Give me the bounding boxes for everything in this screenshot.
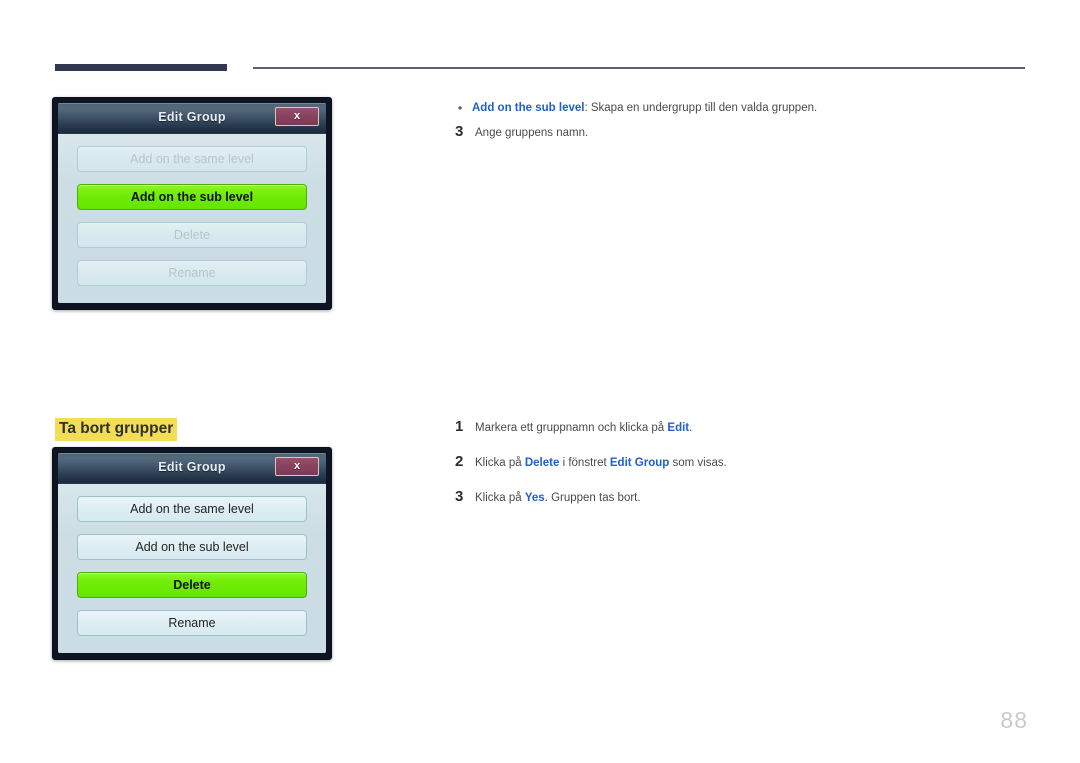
edit-group-dialog-bottom: Edit Group x Add on the same level Add o… — [52, 447, 332, 660]
step-keyword-1: Edit — [667, 422, 690, 434]
dialog-inner: Edit Group x Add on the same level Add o… — [58, 103, 326, 303]
step-keyword-1: Delete — [524, 457, 560, 469]
button-add-on-the-sub-level[interactable]: Add on the sub level — [77, 534, 307, 560]
step-part1: Klicka på — [475, 492, 525, 504]
edit-group-dialog-top: Edit Group x Add on the same level Add o… — [52, 97, 332, 310]
button-add-on-the-same-level[interactable]: Add on the same level — [77, 496, 307, 522]
dialog-body: Add on the same level Add on the sub lev… — [58, 134, 326, 303]
step-number: 1 — [455, 418, 464, 435]
step-part1: Markera ett gruppnamn och klicka på — [475, 422, 668, 434]
step-number: 3 — [455, 123, 464, 140]
step-part3: som visas. — [669, 457, 727, 469]
header-rule-thin — [253, 67, 1025, 69]
step-keyword-1: Yes — [524, 492, 545, 504]
step-number: 2 — [455, 453, 464, 470]
step-part1: Klicka på — [475, 457, 525, 469]
button-delete[interactable]: Delete — [77, 572, 307, 598]
step-row-1: 1 Markera ett gruppnamn och klicka på Ed… — [455, 419, 1015, 436]
dialog-titlebar: Edit Group x — [58, 453, 326, 484]
page-number: 88 — [1000, 707, 1028, 733]
step-text: Klicka på Yes. Gruppen tas bort. — [475, 489, 641, 506]
button-delete[interactable]: Delete — [77, 222, 307, 248]
step-row-2: 2 Klicka på Delete i fönstret Edit Group… — [455, 454, 1015, 471]
step-part2: . — [689, 422, 693, 434]
dialog-titlebar: Edit Group x — [58, 103, 326, 134]
dialog-inner: Edit Group x Add on the same level Add o… — [58, 453, 326, 653]
step-part2: i fönstret — [559, 457, 610, 469]
bullet-add-on-sub-level: • Add on the sub level: Skapa en undergr… — [458, 100, 1018, 116]
step-row-top-3: 3 Ange gruppens namn. — [455, 124, 1015, 141]
close-icon[interactable]: x — [275, 457, 319, 476]
dialog-body: Add on the same level Add on the sub lev… — [58, 484, 326, 653]
button-rename[interactable]: Rename — [77, 260, 307, 286]
step-text: Ange gruppens namn. — [475, 127, 589, 139]
close-icon[interactable]: x — [275, 107, 319, 126]
step-row-3: 3 Klicka på Yes. Gruppen tas bort. — [455, 489, 1015, 506]
step-number: 3 — [455, 488, 464, 505]
step-part2: . Gruppen tas bort. — [544, 492, 641, 504]
bullet-marker: • — [458, 101, 463, 115]
step-text: Markera ett gruppnamn och klicka på Edit… — [475, 419, 692, 436]
bullet-keyword: Add on the sub level — [472, 102, 585, 114]
button-rename[interactable]: Rename — [77, 610, 307, 636]
bullet-rest: : Skapa en undergrupp till den valda gru… — [584, 102, 818, 114]
page-header-rule — [55, 62, 1025, 74]
step-keyword-2: Edit Group — [609, 457, 670, 469]
button-add-on-the-sub-level[interactable]: Add on the sub level — [77, 184, 307, 210]
button-add-on-the-same-level[interactable]: Add on the same level — [77, 146, 307, 172]
page-title: Ta bort grupper — [55, 418, 178, 441]
step-text: Klicka på Delete i fönstret Edit Group s… — [475, 454, 727, 471]
bullet-text: Add on the sub level: Skapa en undergrup… — [472, 100, 817, 116]
header-rule-thick — [55, 64, 227, 71]
